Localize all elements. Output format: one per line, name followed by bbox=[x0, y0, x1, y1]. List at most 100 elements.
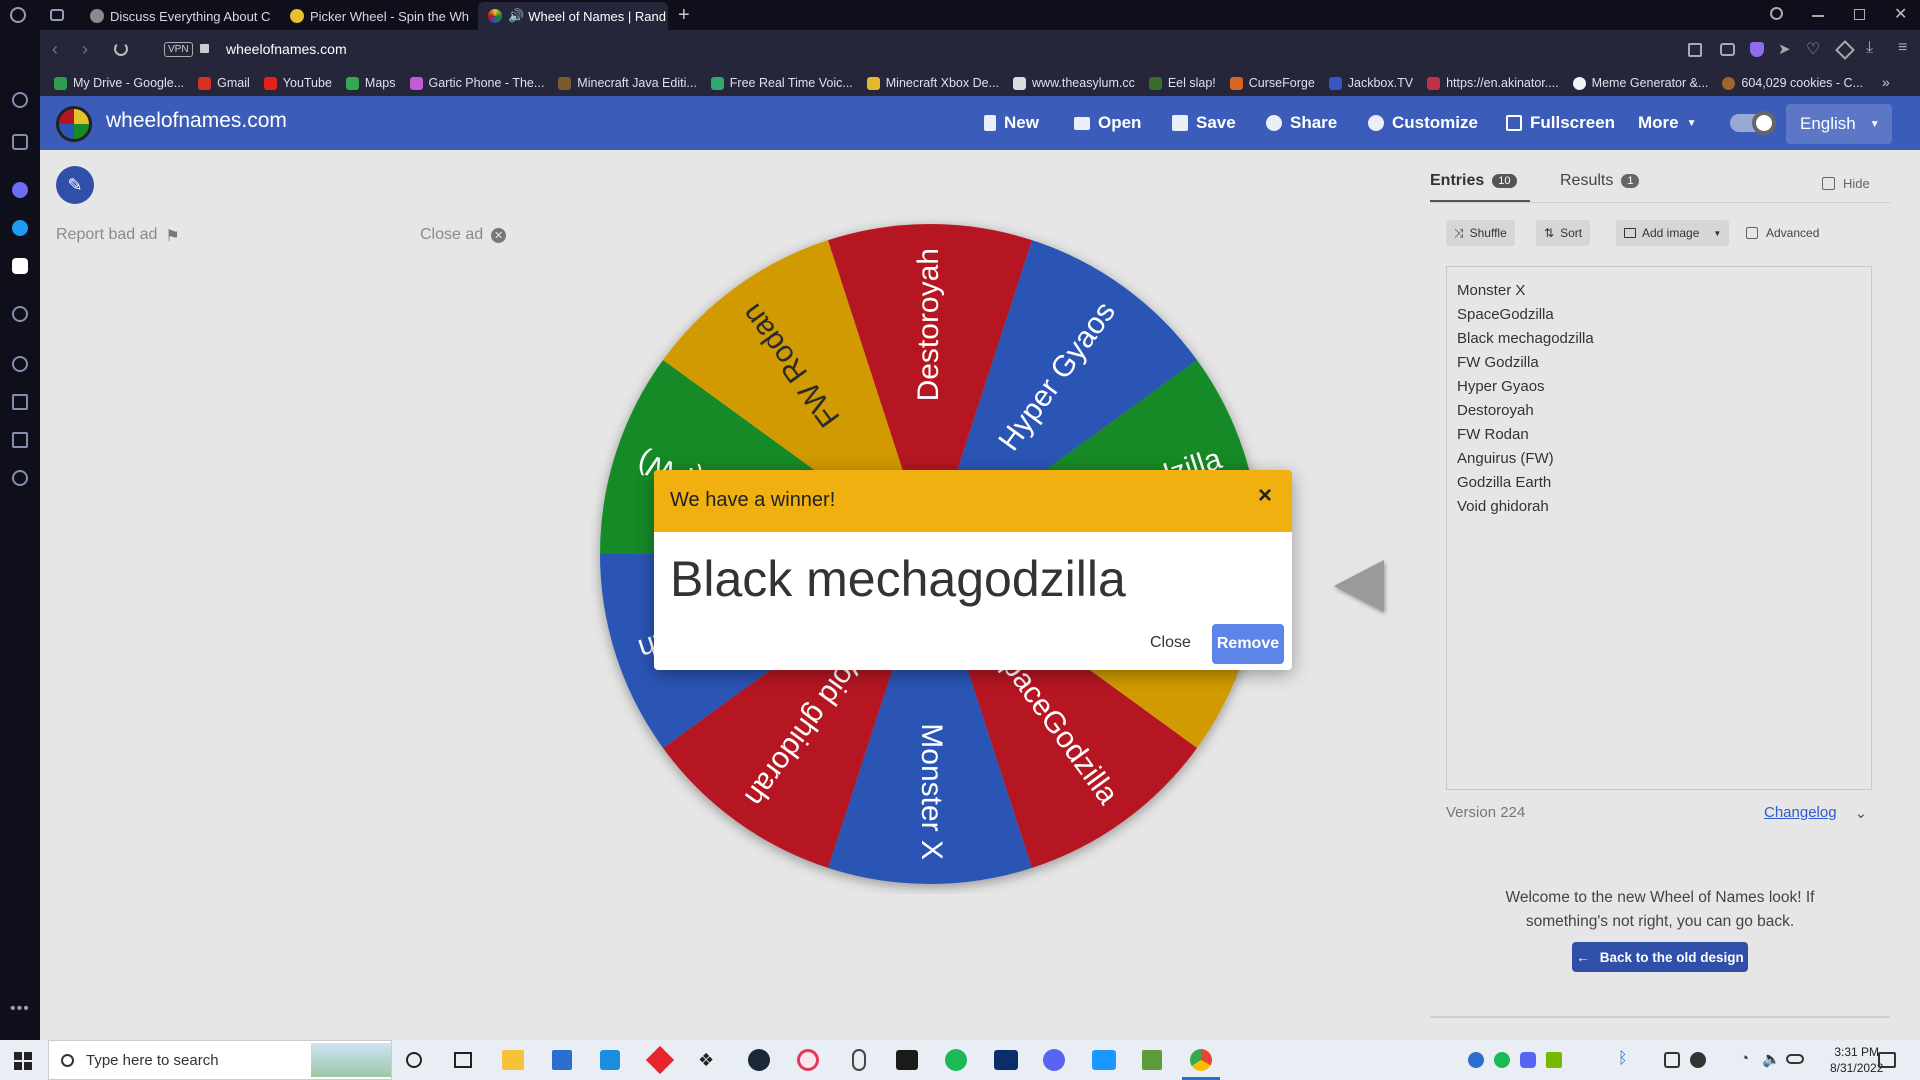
download-icon[interactable]: ⤓ bbox=[1866, 39, 1873, 57]
edit-pencil-button[interactable]: ✎ bbox=[56, 166, 94, 204]
hide-checkbox[interactable]: Hide bbox=[1822, 176, 1870, 191]
history-icon[interactable] bbox=[12, 356, 28, 372]
tab-wheel-of-names[interactable]: 🔊 Wheel of Names | Rand ✕ bbox=[478, 2, 668, 30]
tray-help-icon[interactable] bbox=[1468, 1052, 1484, 1068]
file-explorer-icon[interactable] bbox=[502, 1050, 524, 1070]
language-select[interactable]: English ▼ bbox=[1786, 104, 1892, 144]
site-title[interactable]: wheelofnames.com bbox=[106, 109, 287, 133]
tray-nvidia-icon[interactable] bbox=[1546, 1052, 1562, 1068]
discord-icon[interactable] bbox=[12, 258, 28, 274]
tray-wifi-icon[interactable]: ◔ bbox=[1740, 1050, 1749, 1067]
tab-picker-wheel[interactable]: Picker Wheel - Spin the Wh ✕ bbox=[280, 2, 476, 30]
tray-onedrive-icon[interactable] bbox=[1786, 1054, 1804, 1064]
task-view-icon[interactable] bbox=[454, 1052, 472, 1068]
tray-discord-icon[interactable] bbox=[1520, 1052, 1536, 1068]
nvidia-icon[interactable] bbox=[896, 1050, 918, 1070]
opera-taskbar-icon[interactable] bbox=[797, 1049, 819, 1071]
cortana-icon[interactable] bbox=[406, 1052, 422, 1068]
messenger-icon[interactable] bbox=[12, 182, 28, 198]
share-page-icon[interactable] bbox=[1688, 43, 1702, 57]
open-button[interactable]: Open bbox=[1074, 96, 1141, 150]
back-icon[interactable]: ‹ bbox=[52, 39, 58, 60]
shuffle-button[interactable]: ⤨ Shuffle bbox=[1446, 220, 1515, 246]
bookmark-cookies[interactable]: 604,029 cookies - C... bbox=[1722, 76, 1863, 90]
minimize-icon[interactable] bbox=[1812, 15, 1824, 17]
tab-discuss[interactable]: Discuss Everything About C ✕ bbox=[80, 2, 276, 30]
bookmark-jackbox[interactable]: Jackbox.TV bbox=[1328, 76, 1413, 90]
close-window-icon[interactable]: ✕ bbox=[1894, 4, 1907, 24]
notifications-icon[interactable] bbox=[1878, 1052, 1896, 1068]
panel-tab-results[interactable]: Results 1 bbox=[1560, 172, 1640, 190]
app-red-icon[interactable] bbox=[645, 1045, 675, 1075]
downloads-icon[interactable] bbox=[12, 394, 28, 410]
audio-playing-icon[interactable]: 🔊 bbox=[508, 8, 524, 24]
search-tabs-icon[interactable] bbox=[1770, 7, 1783, 20]
taskbar-clock[interactable]: 3:31 PM 8/31/2022 bbox=[1830, 1044, 1883, 1076]
close-tab-icon[interactable]: ✕ bbox=[666, 7, 668, 25]
extensions-cube-icon[interactable] bbox=[1835, 40, 1855, 60]
close-dialog-icon[interactable]: × bbox=[1258, 482, 1272, 510]
mouse-app-icon[interactable] bbox=[852, 1049, 866, 1071]
windows-start-icon[interactable] bbox=[14, 1052, 32, 1070]
new-button[interactable]: New bbox=[984, 96, 1039, 150]
tray-volume-icon[interactable]: 🔈 bbox=[1762, 1050, 1781, 1068]
restore-icon[interactable] bbox=[1854, 9, 1865, 20]
bookmark-maps[interactable]: Maps bbox=[345, 76, 396, 90]
bookmark-meme-generator[interactable]: Meme Generator &... bbox=[1572, 76, 1708, 90]
back-to-old-design-button[interactable]: ← Back to the old design bbox=[1572, 942, 1748, 972]
reload-icon[interactable] bbox=[114, 42, 128, 56]
close-ad-link[interactable]: Close ad ✕ bbox=[420, 226, 507, 244]
new-tab-button[interactable]: + bbox=[678, 4, 690, 27]
close-button[interactable]: Close bbox=[1150, 634, 1191, 652]
dropbox-icon[interactable]: ❖ bbox=[698, 1050, 720, 1070]
bookmark-akinator[interactable]: https://en.akinator.... bbox=[1427, 76, 1559, 90]
bookmark-gmail[interactable]: Gmail bbox=[198, 76, 250, 90]
forward-icon[interactable]: › bbox=[82, 39, 88, 60]
power-automate-icon[interactable] bbox=[600, 1050, 620, 1070]
snapshot-icon[interactable] bbox=[1720, 43, 1735, 56]
spotify-icon[interactable] bbox=[945, 1049, 967, 1071]
bookmark-curseforge[interactable]: CurseForge bbox=[1229, 76, 1315, 90]
fullscreen-button[interactable]: Fullscreen bbox=[1506, 96, 1615, 150]
twitter-icon[interactable] bbox=[12, 220, 28, 236]
share-button[interactable]: Share bbox=[1266, 96, 1337, 150]
report-bad-ad-link[interactable]: Report bad ad ⚑ bbox=[56, 226, 180, 246]
tray-spotify-icon[interactable] bbox=[1494, 1052, 1510, 1068]
sort-button[interactable]: ⇅ Sort bbox=[1536, 220, 1591, 246]
discord-taskbar-icon[interactable] bbox=[1043, 1049, 1065, 1071]
advanced-checkbox[interactable]: Advanced bbox=[1746, 226, 1819, 240]
steam-icon[interactable] bbox=[748, 1049, 770, 1071]
panel-tab-entries[interactable]: Entries 10 bbox=[1430, 172, 1517, 190]
disney-plus-icon[interactable] bbox=[994, 1050, 1018, 1070]
bookmark-theasylum[interactable]: www.theasylum.cc bbox=[1013, 76, 1135, 90]
bookmark-minecraft-xbox[interactable]: Minecraft Xbox De... bbox=[866, 76, 999, 90]
bookmarks-more-icon[interactable]: » bbox=[1882, 74, 1890, 90]
bookmark-youtube[interactable]: YouTube bbox=[263, 76, 332, 90]
adblock-shield-icon[interactable] bbox=[1750, 42, 1764, 57]
taskbar-search-box[interactable]: Type here to search bbox=[48, 1040, 392, 1080]
shopping-icon[interactable] bbox=[12, 134, 28, 150]
bookmark-gartic-phone[interactable]: Gartic Phone - The... bbox=[409, 76, 544, 90]
entries-textarea[interactable]: Monster X SpaceGodzilla Black mechagodzi… bbox=[1446, 266, 1872, 790]
bookmark-my-drive[interactable]: My Drive - Google... bbox=[54, 76, 184, 90]
store-icon[interactable] bbox=[552, 1050, 572, 1070]
close-tab-icon[interactable]: ✕ bbox=[270, 7, 276, 25]
save-button[interactable]: Save bbox=[1172, 96, 1236, 150]
chrome-icon[interactable] bbox=[1190, 1049, 1212, 1071]
vpn-badge[interactable]: VPN bbox=[164, 42, 193, 57]
bookmark-minecraft-java[interactable]: Minecraft Java Editi... bbox=[558, 76, 697, 90]
tray-bluetooth-icon[interactable]: ᛒ bbox=[1618, 1050, 1628, 1068]
bookmark-voice-chat[interactable]: Free Real Time Voic... bbox=[710, 76, 853, 90]
bookmark-eel-slap[interactable]: Eel slap! bbox=[1148, 76, 1216, 90]
opera-logo-icon[interactable] bbox=[10, 7, 26, 23]
send-icon[interactable]: ➤ bbox=[1778, 40, 1791, 58]
settings-gear-icon[interactable] bbox=[12, 470, 28, 486]
tray-security-icon[interactable] bbox=[1664, 1052, 1680, 1068]
customize-button[interactable]: Customize bbox=[1368, 96, 1478, 150]
dark-mode-toggle[interactable] bbox=[1730, 111, 1776, 135]
minecraft-taskbar-icon[interactable] bbox=[1142, 1050, 1162, 1070]
more-button[interactable]: More ▼ bbox=[1638, 96, 1697, 150]
extensions-icon[interactable] bbox=[12, 432, 28, 448]
heart-icon[interactable]: ♡ bbox=[1806, 39, 1820, 59]
changelog-link[interactable]: Changelog ⌄ bbox=[1764, 804, 1867, 822]
